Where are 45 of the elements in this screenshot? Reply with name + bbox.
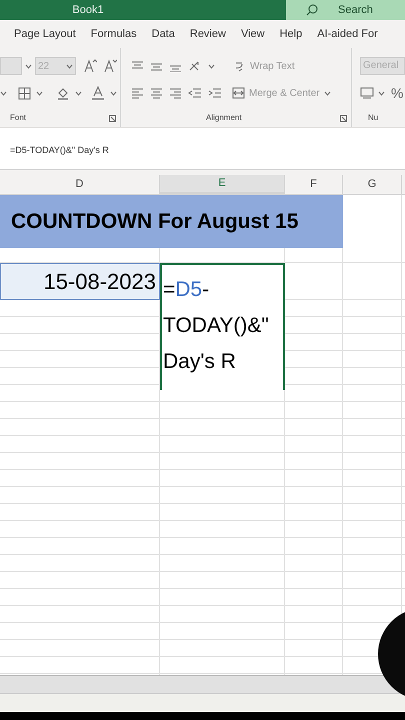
formula-bar-text: =D5-TODAY()&" Day's R xyxy=(10,145,109,155)
column-header[interactable]: G xyxy=(343,175,402,194)
caret-icon[interactable] xyxy=(208,64,215,68)
font-name-field[interactable] xyxy=(0,57,22,75)
window-title: Book1 xyxy=(72,4,104,16)
align-left-icon[interactable] xyxy=(131,87,144,99)
caret-icon[interactable] xyxy=(66,64,73,68)
caret-icon[interactable] xyxy=(75,90,82,96)
align-center-icon[interactable] xyxy=(150,87,163,99)
align-right-icon[interactable] xyxy=(169,87,182,99)
caret-icon[interactable] xyxy=(25,64,32,68)
increase-indent-icon[interactable] xyxy=(208,87,222,99)
ribbon-tab[interactable]: View xyxy=(240,26,265,42)
ribbon-tab[interactable]: Formulas xyxy=(90,26,137,42)
shrink-font-icon[interactable] xyxy=(103,59,117,73)
caret-icon[interactable] xyxy=(324,90,331,96)
ribbon-tab[interactable]: AI-aided For xyxy=(317,26,378,42)
search-field[interactable]: Search xyxy=(286,0,405,20)
ribbon-tab[interactable]: Review xyxy=(190,26,226,42)
decrease-indent-icon[interactable] xyxy=(188,87,202,99)
search-icon[interactable] xyxy=(306,4,318,16)
column-header[interactable]: E xyxy=(160,175,285,194)
caret-icon[interactable] xyxy=(0,90,7,96)
date-cell: 15-08-2023 xyxy=(0,263,160,300)
fill-color-icon[interactable] xyxy=(56,86,70,100)
percent-button[interactable]: % xyxy=(391,82,404,104)
group-label: Font xyxy=(10,112,26,124)
ribbon-tab[interactable]: Data xyxy=(152,26,175,42)
cell-editor[interactable]: =D5-TODAY()&" Day's R xyxy=(160,263,285,390)
column-header[interactable]: F xyxy=(285,175,343,194)
ribbon-tab[interactable]: Page Layout xyxy=(14,26,76,42)
caret-icon[interactable] xyxy=(110,90,117,96)
group-label: Alignment xyxy=(206,112,242,124)
title-cell: COUNTDOWN For August 15 xyxy=(0,195,343,248)
grow-font-icon[interactable] xyxy=(83,59,97,73)
font-color-icon[interactable] xyxy=(91,86,105,100)
merge-icon[interactable] xyxy=(232,87,245,99)
caret-icon[interactable] xyxy=(36,90,43,96)
group-label: Nu xyxy=(368,112,380,124)
launcher-icon[interactable] xyxy=(340,114,347,122)
launcher-icon[interactable] xyxy=(109,114,116,122)
caret-icon[interactable] xyxy=(378,90,385,96)
ribbon-tab[interactable]: Help xyxy=(280,26,302,42)
borders-icon[interactable] xyxy=(18,86,31,100)
accounting-format-icon[interactable] xyxy=(360,87,374,99)
